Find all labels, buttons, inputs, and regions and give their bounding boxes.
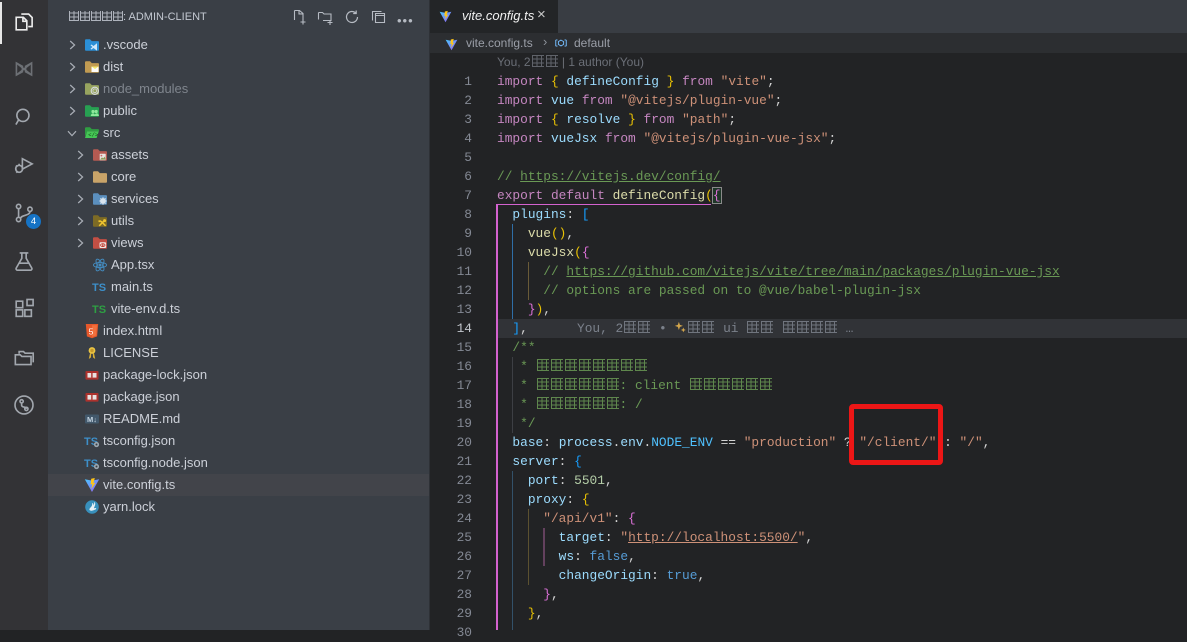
svg-text:5: 5 bbox=[89, 326, 94, 336]
svg-text:</>: </> bbox=[88, 132, 98, 139]
svg-text:M↓: M↓ bbox=[87, 415, 97, 424]
svg-text:TS: TS bbox=[92, 304, 106, 316]
svg-text:TS: TS bbox=[92, 282, 106, 294]
